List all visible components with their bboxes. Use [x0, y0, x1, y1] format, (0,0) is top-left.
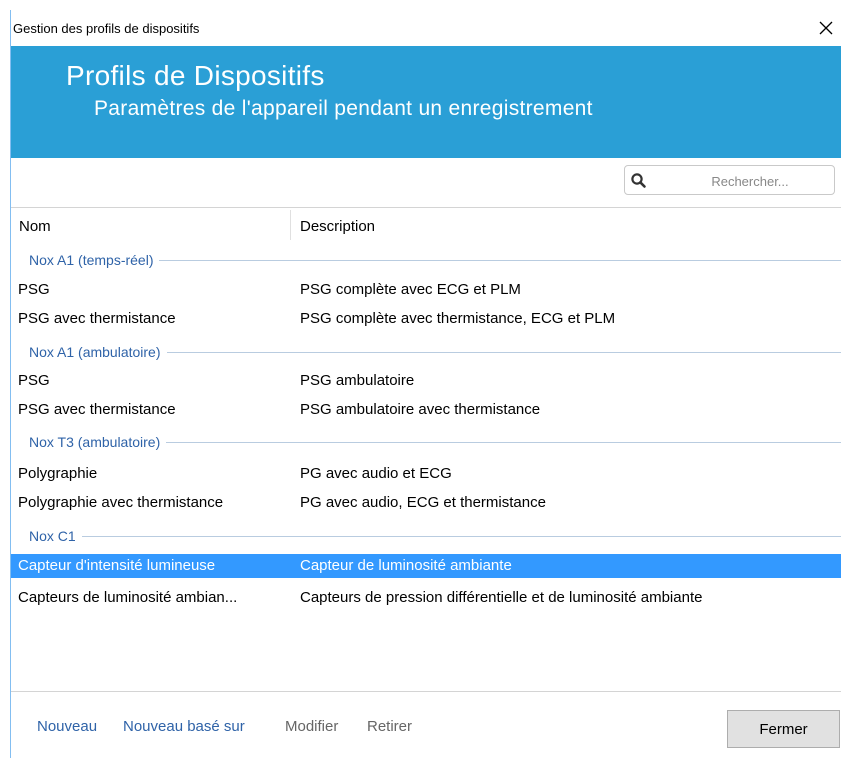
- table-row[interactable]: Polygraphie PG avec audio et ECG: [11, 462, 841, 486]
- window-title: Gestion des profils de dispositifs: [13, 20, 200, 36]
- table-row[interactable]: Polygraphie avec thermistance PG avec au…: [11, 491, 841, 515]
- row-description: PSG ambulatoire avec thermistance: [300, 401, 541, 418]
- group-divider: [166, 351, 841, 353]
- row-name: PSG avec thermistance: [18, 310, 176, 327]
- banner-title: Profils de Dispositifs: [66, 60, 325, 91]
- group-header: Nox C1: [11, 526, 841, 546]
- group-label: Nox A1 (temps-réel): [29, 252, 154, 268]
- row-name: Capteurs de luminosité ambian...: [18, 589, 238, 606]
- group-label: Nox A1 (ambulatoire): [29, 344, 161, 360]
- search-box[interactable]: [624, 165, 835, 195]
- row-name: PSG: [18, 281, 50, 298]
- row-description: PSG complète avec thermistance, ECG et P…: [300, 310, 616, 327]
- group-header: Nox T3 (ambulatoire): [11, 432, 841, 452]
- table-row[interactable]: PSG PSG complète avec ECG et PLM: [11, 278, 841, 302]
- row-name: Capteur d'intensité lumineuse: [18, 557, 216, 574]
- edit-button[interactable]: Modifier: [285, 718, 338, 735]
- group-divider: [81, 535, 841, 537]
- row-name: PSG avec thermistance: [18, 401, 176, 418]
- row-name: PSG: [18, 372, 50, 389]
- table-row-selected[interactable]: Capteur d'intensité lumineuse Capteur de…: [11, 554, 841, 578]
- table-top-divider: [11, 207, 841, 208]
- title-bar: Gestion des profils de dispositifs: [11, 10, 841, 46]
- group-divider: [166, 441, 841, 443]
- search-icon: [630, 172, 648, 190]
- search-input[interactable]: [669, 170, 831, 192]
- header-banner: Profils de Dispositifs Paramètres de l'a…: [11, 46, 841, 158]
- new-button[interactable]: Nouveau: [37, 718, 97, 735]
- column-header-name[interactable]: Nom: [19, 218, 51, 235]
- table-row[interactable]: PSG PSG ambulatoire: [11, 369, 841, 393]
- close-button[interactable]: Fermer: [727, 710, 840, 748]
- banner-subtitle: Paramètres de l'appareil pendant un enre…: [94, 97, 593, 120]
- group-divider: [159, 259, 841, 261]
- device-profiles-window: Gestion des profils de dispositifs Profi…: [0, 0, 841, 758]
- row-description: PSG ambulatoire: [300, 372, 415, 389]
- row-description: PG avec audio, ECG et thermistance: [300, 494, 546, 511]
- row-name: Polygraphie: [18, 465, 98, 482]
- row-name: Polygraphie avec thermistance: [18, 494, 224, 511]
- group-header: Nox A1 (temps-réel): [11, 250, 841, 270]
- group-label: Nox C1: [29, 528, 76, 544]
- column-separator[interactable]: [290, 210, 291, 240]
- table-row[interactable]: PSG avec thermistance PSG ambulatoire av…: [11, 398, 841, 422]
- row-description: Capteur de luminosité ambiante: [300, 557, 512, 574]
- row-description: PG avec audio et ECG: [300, 465, 452, 482]
- table-bottom-divider: [11, 691, 841, 692]
- group-header: Nox A1 (ambulatoire): [11, 342, 841, 362]
- close-icon[interactable]: [811, 10, 841, 46]
- column-header-description[interactable]: Description: [300, 218, 375, 235]
- row-description: Capteurs de pression différentielle et d…: [300, 589, 703, 606]
- group-label: Nox T3 (ambulatoire): [29, 434, 161, 450]
- table-row[interactable]: Capteurs de luminosité ambian... Capteur…: [11, 586, 841, 610]
- row-description: PSG complète avec ECG et PLM: [300, 281, 521, 298]
- new-based-on-button[interactable]: Nouveau basé sur: [123, 718, 245, 735]
- table-row[interactable]: PSG avec thermistance PSG complète avec …: [11, 307, 841, 331]
- remove-button[interactable]: Retirer: [367, 718, 412, 735]
